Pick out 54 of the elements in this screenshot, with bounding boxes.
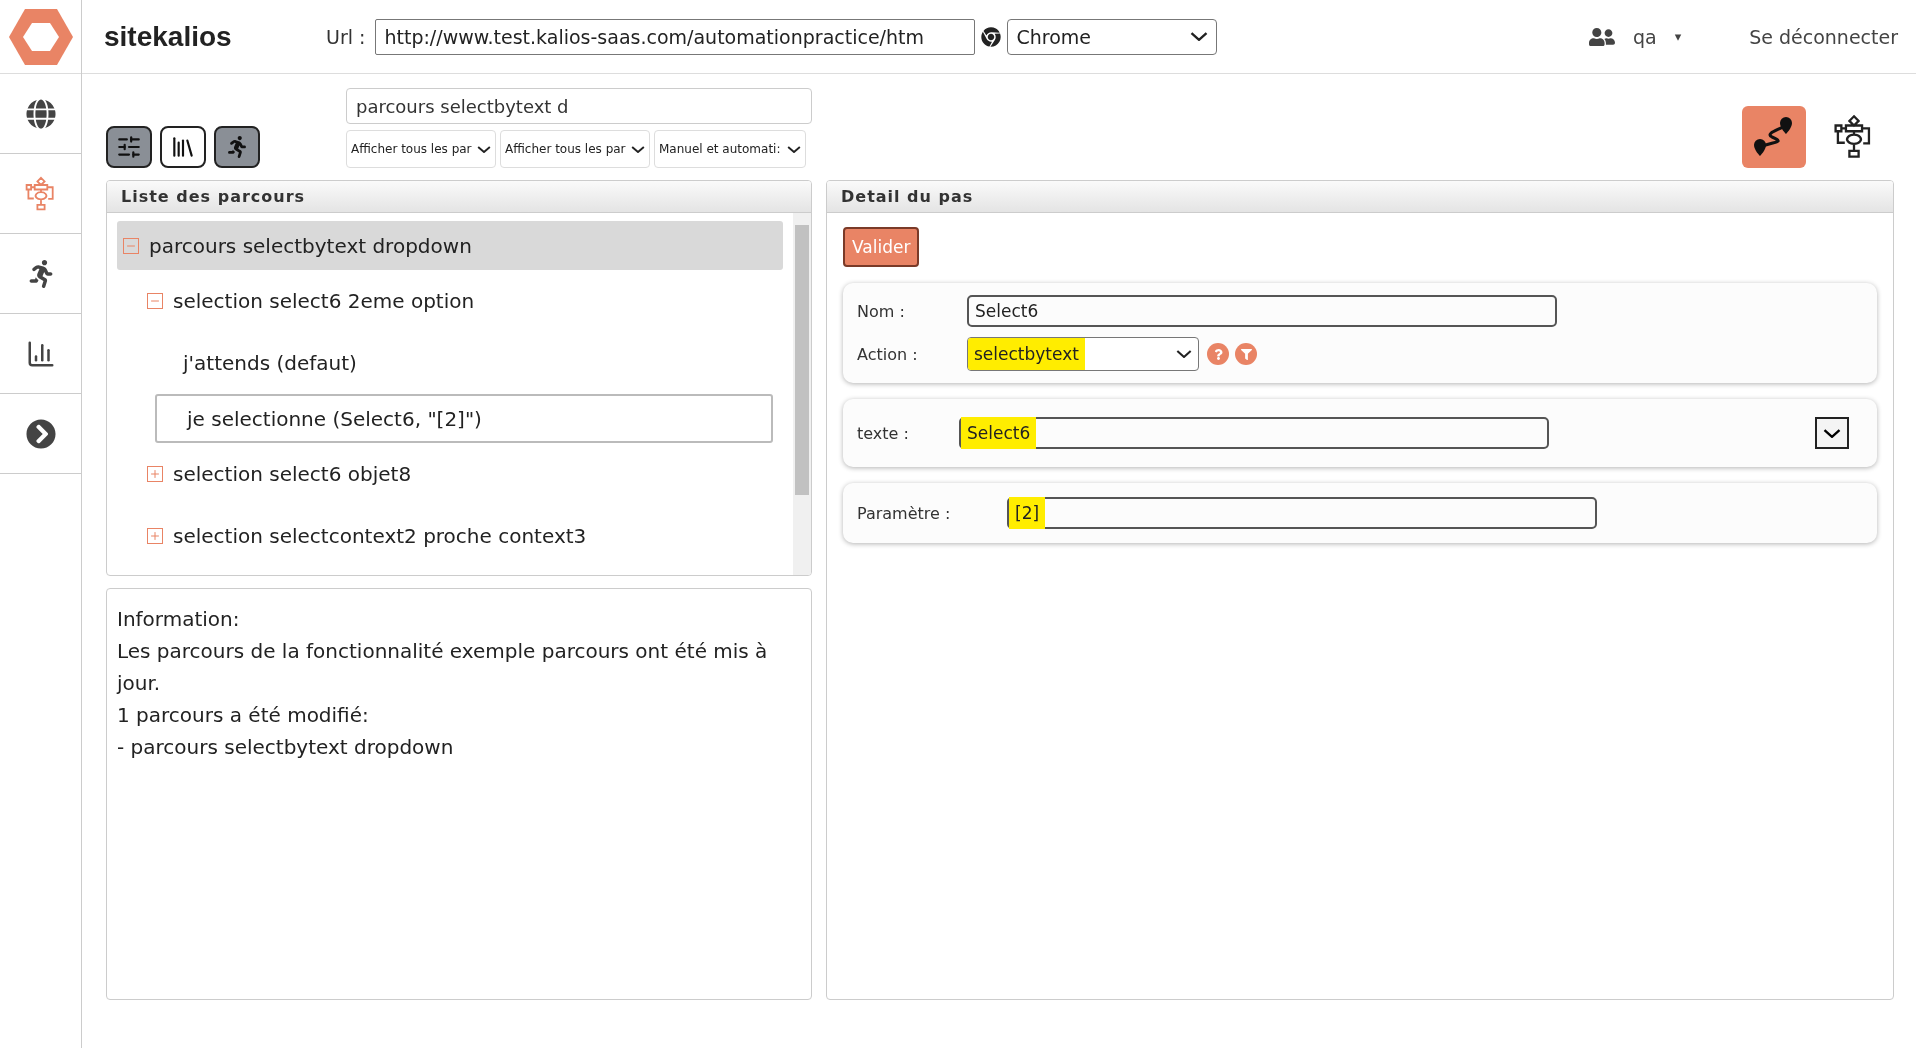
chevron-down-icon (787, 145, 801, 153)
globe-icon (25, 98, 56, 129)
filter-icon[interactable] (1235, 343, 1257, 365)
filter-select[interactable]: Afficher tous les par (500, 130, 650, 168)
chevron-down-icon (1176, 350, 1192, 358)
expand-icon[interactable] (147, 466, 163, 483)
collapse-icon[interactable] (147, 293, 163, 310)
field-label: texte : (857, 423, 910, 443)
chevron-down-icon (477, 145, 491, 153)
filter-select[interactable]: Afficher tous les par (346, 130, 496, 168)
hexagon-logo (7, 6, 74, 67)
name-field[interactable]: Select6 (967, 295, 1557, 327)
info-text: 1 parcours a été modifié: (117, 702, 370, 729)
sliders-icon (116, 134, 142, 160)
view-button[interactable] (1742, 106, 1806, 168)
user-name[interactable]: qa (1632, 25, 1657, 48)
field-label: Nom : (857, 301, 906, 321)
panel-title: Liste des parcours (107, 181, 811, 213)
info-text: Les parcours de la fonctionnalité exemple parcours ont été mis à jour. (117, 638, 769, 697)
running-person-icon (226, 136, 248, 158)
logout-link[interactable]: Se déconnecter (1749, 25, 1898, 48)
field-label: Action : (857, 344, 919, 364)
tree-item[interactable]: je selectionne (Select6, "[2]") (155, 393, 773, 444)
info-text: - parcours selectbytext dropdown (117, 734, 455, 761)
toolbar-button[interactable] (106, 126, 152, 168)
browser-select[interactable]: Chrome (1007, 18, 1218, 55)
tree-item[interactable]: parcours selectbytext dropdown (117, 221, 783, 271)
caret-icon[interactable]: ▾ (1674, 29, 1682, 44)
text-field[interactable]: Select6 (959, 417, 1549, 449)
toolbar-button[interactable] (214, 126, 260, 168)
chevron-right-icon (25, 418, 56, 449)
chevron-down-icon (1823, 428, 1841, 438)
search-field[interactable]: parcours selectbytext d (346, 88, 812, 124)
filter-select[interactable]: Manuel et automati: (654, 130, 806, 168)
field-label: Paramètre : (857, 503, 952, 523)
chevron-down-icon (1190, 32, 1209, 41)
tree-item[interactable]: selection selectcontext2 proche context3 (117, 505, 783, 567)
books-icon (170, 134, 196, 160)
expand-icon[interactable] (147, 528, 163, 545)
toolbar-button[interactable] (160, 126, 206, 168)
url-label: Url : (326, 25, 366, 48)
tree-item[interactable]: selection select6 objet8 (117, 443, 783, 506)
panel-title: Detail du pas (827, 181, 1893, 213)
parameter-field[interactable]: [2] (1007, 497, 1597, 529)
chevron-down-icon (631, 145, 645, 153)
tree-item[interactable]: j'attends (defaut) (117, 331, 783, 394)
browser-icon (981, 26, 1002, 47)
app-name: sitekalios (104, 20, 233, 53)
url-field[interactable]: http://www.test.kalios-saas.com/automationpractice/htm (375, 18, 976, 55)
help-icon[interactable] (1207, 343, 1229, 365)
info-text: Information: (117, 606, 241, 633)
dropdown-button[interactable] (1815, 417, 1849, 449)
action-select[interactable]: selectbytext (967, 337, 1199, 371)
tree-item[interactable]: selection select6 2eme option (117, 270, 783, 332)
